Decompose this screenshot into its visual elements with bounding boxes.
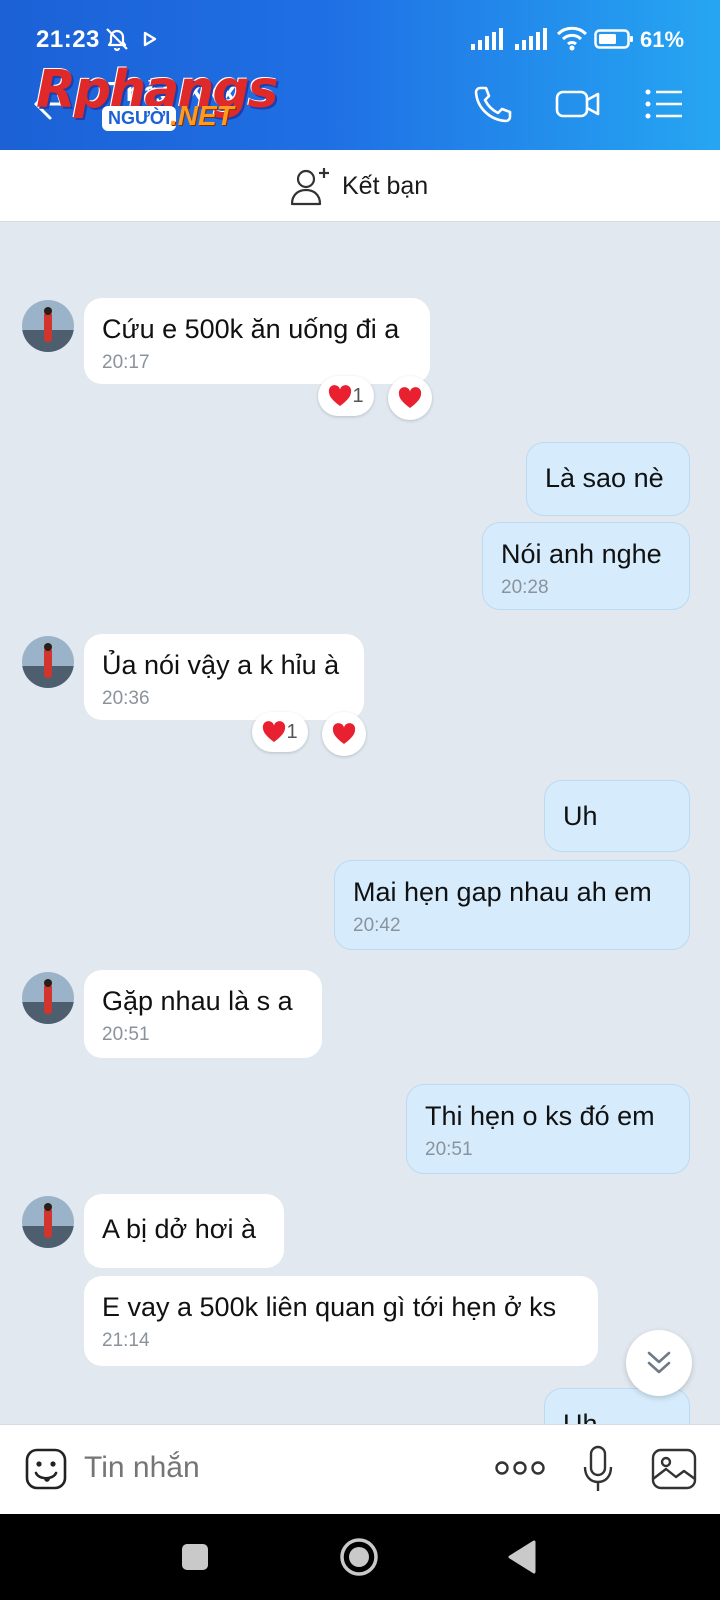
message-bubble-incoming[interactable]: Ủa nói vậy a k hỉu à 20:36 <box>84 634 364 720</box>
microphone-icon[interactable] <box>580 1445 616 1493</box>
message-bubble-outgoing[interactable]: Uh <box>544 780 690 852</box>
watermark-logo: Rphangs NGƯỜI .NET <box>36 60 279 142</box>
message-time: 20:17 <box>102 352 150 373</box>
status-time: 21:23 <box>36 26 100 53</box>
react-heart-button[interactable] <box>388 376 432 420</box>
menu-list-icon[interactable] <box>640 82 688 126</box>
message-time: 20:36 <box>102 688 150 709</box>
video-call-icon[interactable] <box>554 82 602 126</box>
message-text: Thi hẹn o ks đó em <box>425 1101 655 1131</box>
recent-apps-icon[interactable] <box>180 1542 210 1572</box>
message-bubble-incoming[interactable]: A bị dở hơi à <box>84 1194 284 1268</box>
message-text: A bị dở hơi à <box>102 1214 256 1244</box>
reaction-count: 1 <box>352 384 364 407</box>
image-gallery-icon[interactable] <box>650 1447 698 1491</box>
avatar[interactable] <box>22 636 74 688</box>
sticker-emoji-icon[interactable] <box>24 1447 68 1491</box>
message-text: Cứu e 500k ăn uống đi a <box>102 314 400 344</box>
heart-icon <box>398 387 422 408</box>
message-bubble-outgoing[interactable]: Mai hẹn gap nhau ah em 20:42 <box>334 860 690 950</box>
battery-icon <box>594 29 633 49</box>
home-icon[interactable] <box>338 1536 380 1578</box>
message-text: Gặp nhau là s a <box>102 986 293 1016</box>
more-options-icon[interactable] <box>494 1453 546 1483</box>
wifi-icon <box>556 26 588 51</box>
media-play-icon <box>143 31 157 47</box>
add-user-icon <box>290 168 329 206</box>
message-text: Uh <box>563 1409 598 1424</box>
bell-muted-icon <box>106 28 128 52</box>
avatar[interactable] <box>22 972 74 1024</box>
avatar-photo <box>22 636 74 688</box>
react-heart-button[interactable] <box>322 712 366 756</box>
avatar[interactable] <box>22 1196 74 1248</box>
add-friend-label: Kết bạn <box>342 172 429 200</box>
message-time: 21:14 <box>102 1330 150 1351</box>
message-bubble-outgoing[interactable]: Nói anh nghe 20:28 <box>482 522 690 610</box>
message-time: 20:28 <box>501 577 549 598</box>
message-text: Uh <box>563 801 598 831</box>
avatar-photo <box>22 300 74 352</box>
watermark-net-text: .NET <box>170 100 234 131</box>
message-bubble-incoming[interactable]: E vay a 500k liên quan gì tới hẹn ở ks 2… <box>84 1276 598 1366</box>
heart-icon <box>263 721 286 742</box>
avatar-photo <box>22 972 74 1024</box>
app-header-area: 21:23 61% Thảo Xxx Rphangs NGƯỜI .NET <box>0 0 720 150</box>
chat-header: Thảo Xxx Rphangs NGƯỜI .NET <box>0 60 720 150</box>
heart-icon <box>329 385 352 406</box>
message-bubble-incoming[interactable]: Cứu e 500k ăn uống đi a 20:17 <box>84 298 430 384</box>
watermark-badge: NGƯỜI <box>102 106 177 131</box>
message-time: 20:42 <box>353 915 401 936</box>
avatar-photo <box>22 1196 74 1248</box>
heart-icon <box>332 723 356 744</box>
add-friend-bar[interactable]: Kết bạn <box>0 150 720 222</box>
message-time: 20:51 <box>102 1024 150 1045</box>
avatar[interactable] <box>22 300 74 352</box>
message-text: Là sao nè <box>545 463 664 493</box>
status-bar: 21:23 61% <box>0 0 720 62</box>
reaction-summary[interactable]: 1 <box>318 376 374 416</box>
reaction-count: 1 <box>286 720 298 743</box>
reaction-summary[interactable]: 1 <box>252 712 308 752</box>
message-bubble-outgoing[interactable]: Là sao nè <box>526 442 690 516</box>
scroll-to-bottom-button[interactable] <box>626 1330 692 1396</box>
phone-call-icon[interactable] <box>470 82 518 126</box>
signal-icon <box>515 28 547 50</box>
double-chevron-down-icon <box>647 1351 671 1374</box>
message-bubble-incoming[interactable]: Gặp nhau là s a 20:51 <box>84 970 322 1058</box>
message-text: E vay a 500k liên quan gì tới hẹn ở ks <box>102 1292 557 1322</box>
battery-percent: 61% <box>640 27 685 52</box>
message-bubble-outgoing[interactable]: Thi hẹn o ks đó em 20:51 <box>406 1084 690 1174</box>
message-text: Mai hẹn gap nhau ah em <box>353 877 652 907</box>
message-time: 20:51 <box>425 1139 473 1160</box>
message-text: Ủa nói vậy a k hỉu à <box>102 650 340 680</box>
clip-region: Uh <box>0 1380 720 1424</box>
system-navigation-bar <box>0 1514 720 1600</box>
signal-icon <box>471 28 503 50</box>
message-text: Nói anh nghe <box>501 539 662 569</box>
back-triangle-icon[interactable] <box>506 1540 538 1574</box>
message-input-bar <box>0 1424 720 1514</box>
message-input[interactable] <box>84 1451 464 1485</box>
